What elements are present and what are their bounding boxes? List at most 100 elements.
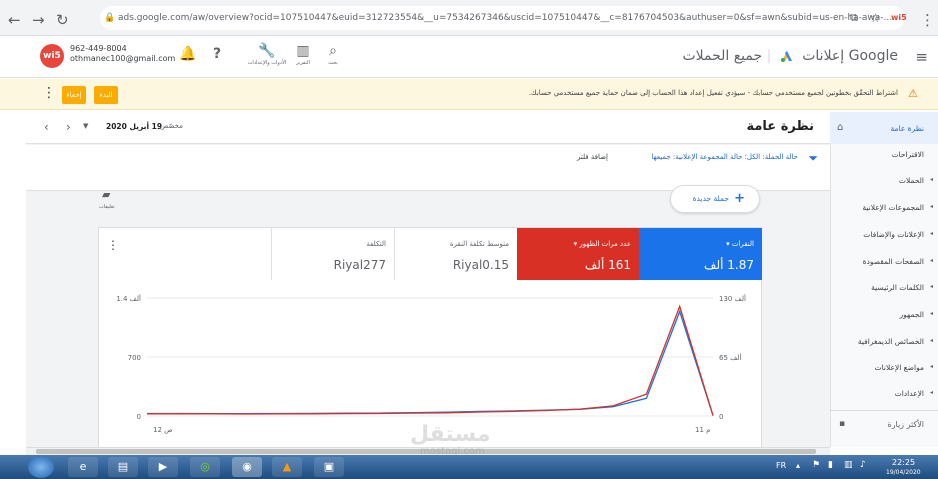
metric-impressions[interactable]: عدد مرات الظهور ▾ 161 ألف (517, 228, 639, 280)
x-axis-tick: 11 م (695, 426, 710, 434)
extension-badge[interactable]: wi5 (891, 13, 907, 22)
reload-icon[interactable]: ↻ (56, 11, 69, 29)
start-orb-icon[interactable] (28, 456, 54, 478)
left-axis-tick: 1.4 ألف (116, 294, 141, 303)
date-prev-icon[interactable]: ‹ (44, 120, 49, 134)
ie-icon[interactable]: e (68, 457, 98, 477)
translate-icon[interactable]: ⧉ (850, 11, 858, 25)
metric-clicks-value: 1.87 ألف (704, 258, 754, 272)
sidebar-item-recommendations[interactable]: الاقتراحات (892, 150, 924, 159)
left-axis-tick: 700 (128, 354, 141, 362)
tray-expand-icon[interactable]: ▴ (796, 461, 800, 470)
lock-icon: 🔒 (104, 13, 116, 23)
sidebar-arrow-icon: ◂ (929, 230, 933, 237)
performance-chart-card: ⋮ التكلفة Riyal277 متوسط تكلفة النقرة Ri… (98, 227, 762, 451)
title-divider: | (766, 48, 772, 64)
wrench-icon: 🔧 (258, 43, 276, 59)
notes-icon[interactable]: ▰ (102, 188, 110, 201)
tools-label: الأدوات والإعدادات (247, 60, 287, 66)
forward-icon[interactable]: → (32, 11, 45, 29)
sidebar-item-overview[interactable]: نظرة عامة (891, 124, 925, 133)
clock-date: 19/04/2020 (886, 469, 921, 476)
metric-avg-cpc[interactable]: متوسط تكلفة النقرة Riyal0.15 (394, 228, 517, 280)
x-axis-tick: 12 ص (153, 426, 173, 434)
right-axis-tick: 65 ألف (719, 353, 742, 362)
wifi-app-icon[interactable]: ◎ (190, 457, 220, 477)
sidebar-arrow-icon: ◂ (929, 363, 933, 370)
search-icon: ⌕ (329, 43, 337, 59)
right-axis-tick: 0 (719, 413, 723, 421)
watermark-logo: مستقل (410, 422, 491, 447)
windows-taskbar: e ▤ ▶ ◎ ◉ ▲ ▣ FR ▴ ⚑ ▮ ▥ ♪ 22:25 19/04/2… (0, 455, 938, 479)
sidebar-item-placements[interactable]: ◂ مواضع الإعلانات (875, 363, 933, 372)
bookmark-star-icon[interactable]: ☆ (870, 11, 881, 25)
sidebar-arrow-icon: ◂ (929, 257, 933, 264)
clock-time[interactable]: 22:25 (892, 458, 915, 467)
search-label: بحث (328, 60, 338, 66)
sidebar-arrow-icon: ◂ (929, 310, 933, 317)
metric-impressions-value: 161 ألف (584, 258, 631, 272)
help-icon[interactable]: ? (207, 46, 227, 66)
sidebar-item-demographics[interactable]: ◂ الخصائص الديمغرافية (858, 337, 933, 346)
sidebar-item-campaigns[interactable]: ◂ الحملات (899, 176, 933, 185)
sidebar-arrow-icon: ◂ (929, 389, 933, 396)
new-campaign-button[interactable]: + حملة جديدة (670, 185, 760, 213)
sidebar-nav: ⌂ نظرة عامة الاقتراحات ◂ الحملات ◂ المجموع… (830, 112, 938, 447)
brand-title: Google إعلانات | جميع الحملات (682, 48, 898, 64)
banner-message: اشتراط التحقّق بخطوتين لجميع مستخدمي حسا… (528, 89, 898, 97)
sidebar-arrow-icon: ◂ (929, 337, 933, 344)
sidebar-divider (830, 410, 938, 411)
avatar[interactable]: wi5 (40, 44, 64, 68)
browser-chrome: ← → ↻ 🔒 ads.google.com/aw/overview?ocid=… (0, 0, 938, 36)
search-button[interactable]: ⌕ بحث (313, 42, 353, 66)
start-button[interactable]: البدء (94, 86, 118, 104)
notes-label: تعليقات (99, 204, 115, 210)
tray-flag-icon[interactable]: ⚑ (812, 460, 820, 470)
app-icon[interactable]: ▣ (314, 457, 344, 477)
metric-impressions-label: عدد مرات الظهور ▾ (573, 240, 631, 248)
sidebar-item-landing-pages[interactable]: ◂ الصفحات المقصودة (863, 257, 933, 266)
hamburger-menu-icon[interactable]: ≡ (915, 48, 928, 66)
filter-icon[interactable]: ⏷ (808, 151, 818, 166)
chrome-icon[interactable]: ◉ (232, 457, 262, 477)
account-phone: 962-449-8004 (70, 44, 127, 53)
sidebar-item-ad-groups[interactable]: ◂ المجموعات الإعلانية (862, 203, 933, 212)
filter-chip[interactable]: حالة الحملة: الكل؛ حالة المجموعة الإعلان… (651, 153, 798, 161)
language-indicator[interactable]: FR (776, 461, 786, 470)
date-value[interactable]: 19 أبريل 2020 (106, 122, 162, 131)
metric-cost[interactable]: التكلفة Riyal277 (271, 228, 394, 280)
sidebar-arrow-icon: ◂ (929, 203, 933, 210)
sidebar-most-visited[interactable]: الأكثر زيارة (887, 420, 924, 429)
tools-button[interactable]: 🔧 الأدوات والإعدادات (247, 42, 287, 66)
metric-clicks[interactable]: النقرات ▾ 1.87 ألف (639, 228, 762, 280)
url-text: ads.google.com/aw/overview?ocid=10751044… (118, 13, 893, 23)
dismiss-button[interactable]: إخفاء (62, 86, 86, 104)
left-axis-tick: 0 (137, 413, 141, 421)
metric-avg-cpc-label: متوسط تكلفة النقرة (449, 240, 509, 248)
sidebar-item-ads-extensions[interactable]: ◂ الإعلانات والإضافات (863, 230, 933, 239)
vlc-icon[interactable]: ▲ (272, 457, 302, 477)
address-bar[interactable]: 🔒 ads.google.com/aw/overview?ocid=107510… (100, 6, 905, 30)
tray-volume-icon[interactable]: ♪ (860, 460, 866, 470)
sidebar-item-audiences[interactable]: ◂ الجمهور (900, 310, 934, 319)
sidebar-item-settings[interactable]: ◂ الإعدادات (895, 389, 933, 398)
account-info[interactable]: 962-449-8004 othmanec100@gmail.com (70, 44, 175, 64)
tray-network-icon[interactable]: ▥ (844, 460, 853, 470)
notifications-bell-icon[interactable]: 🔔 (178, 46, 198, 66)
reports-label: التقرير (296, 60, 310, 66)
card-more-icon[interactable]: ⋮ (107, 238, 119, 252)
banner-more-icon[interactable]: ⋮ (42, 85, 56, 101)
new-campaign-label: حملة جديدة (692, 194, 729, 203)
sidebar-item-keywords[interactable]: ◂ الكلمات الرئيسية (871, 283, 933, 292)
date-dropdown-icon[interactable]: ▼ (83, 122, 88, 130)
add-filter-link[interactable]: إضافة فلتر (577, 153, 608, 161)
date-next-icon[interactable]: › (66, 120, 71, 134)
media-player-icon[interactable]: ▶ (148, 457, 178, 477)
menu-kebab-icon[interactable]: ⋮ (920, 11, 935, 29)
tray-device-icon[interactable]: ▮ (828, 460, 833, 470)
sidebar-arrow-icon: ◂ (929, 176, 933, 183)
account-email: othmanec100@gmail.com (70, 54, 176, 63)
notes-app-icon[interactable]: ▤ (108, 457, 138, 477)
back-icon[interactable]: ← (8, 11, 21, 29)
series-line-impressions (146, 304, 714, 416)
